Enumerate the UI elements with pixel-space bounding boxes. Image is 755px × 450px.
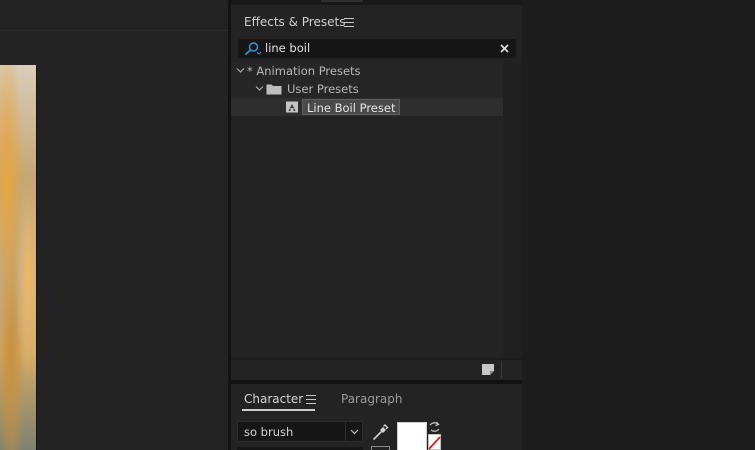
chevron-down-icon[interactable] [350,428,359,436]
select-separator [345,422,346,441]
fill-color-swatch[interactable] [397,422,427,450]
font-family-value: so brush [244,425,294,439]
tab-character[interactable]: Character [244,391,303,407]
no-fill-box[interactable] [371,446,390,450]
character-panel: Character Paragraph so brush [231,384,522,450]
effects-presets-panel: Effects & Presets * Animation Presets [231,0,522,380]
tree-item-label: * Animation Presets [247,64,361,78]
active-tab-indicator [242,409,315,411]
effects-scrollbar[interactable] [503,62,522,358]
animation-preset-icon [286,101,298,113]
panel-menu-icon[interactable] [306,395,316,404]
search-box[interactable] [238,39,516,58]
tree-item-user-presets[interactable]: User Presets [231,80,503,98]
swap-colors-icon[interactable] [428,421,441,433]
footer-divider [231,358,522,360]
empty-workspace-area [522,0,755,450]
chevron-down-icon[interactable] [255,84,264,93]
panel-menu-icon[interactable] [344,18,354,27]
composition-viewer-panel [0,0,228,450]
footer-separator [501,361,502,378]
tree-item-label: User Presets [287,82,359,96]
font-family-select[interactable]: so brush [237,421,363,442]
tab-paragraph[interactable]: Paragraph [341,391,402,407]
panel-top-tab-marker [321,0,363,2]
new-bin-icon[interactable] [481,363,495,376]
composition-preview-image[interactable] [0,65,36,450]
tree-item-animation-presets[interactable]: * Animation Presets [231,62,503,80]
clear-search-icon[interactable] [498,42,511,55]
tree-item-line-boil-preset[interactable]: Line Boil Preset [231,98,503,116]
effects-presets-tab[interactable]: Effects & Presets [244,14,345,30]
search-input[interactable] [265,39,485,58]
stroke-color-swatch[interactable] [428,434,441,450]
chevron-down-icon[interactable] [236,66,245,75]
folder-icon [266,84,282,95]
preview-edge [36,65,37,450]
eyedropper-icon[interactable] [371,422,389,441]
viewer-header-divider [0,30,228,31]
tree-item-label-selected[interactable]: Line Boil Preset [302,99,401,115]
presets-tree: * Animation Presets User Presets Line Bo… [231,62,503,116]
search-icon[interactable] [243,41,261,56]
panel-top-border [231,0,522,5]
effects-panel-footer [231,358,522,380]
